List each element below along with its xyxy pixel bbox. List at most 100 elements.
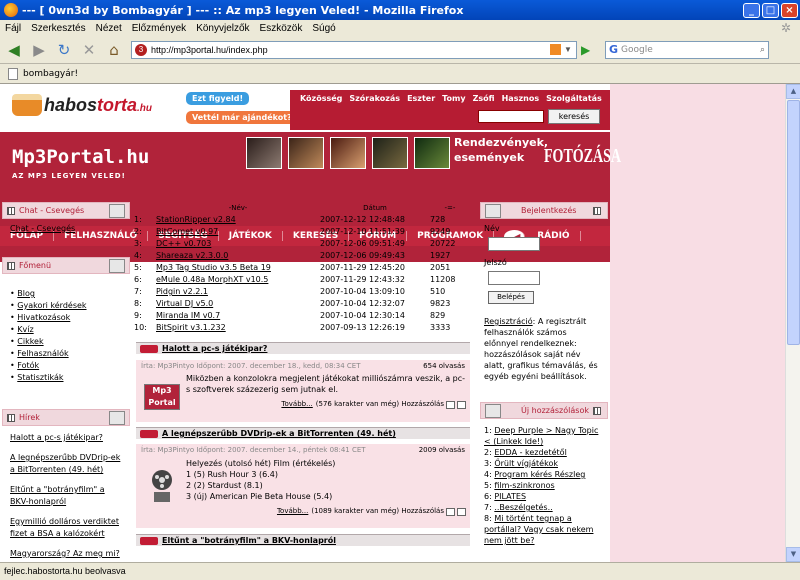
vertical-scrollbar[interactable]: ▲ ▼ xyxy=(785,84,800,562)
news-link[interactable]: A legnépszerűbb DVDrip-ek a BitTorrenten… xyxy=(10,453,120,474)
menu-link-users[interactable]: Felhasználók xyxy=(10,348,122,360)
folder-icon[interactable] xyxy=(485,403,501,418)
forward-icon[interactable]: ▶ xyxy=(28,39,50,61)
menu-file[interactable]: Fájl xyxy=(0,23,26,34)
menu-link-label[interactable]: Gyakori kérdések xyxy=(17,301,86,310)
read-more-link[interactable]: Tovább... xyxy=(281,399,312,410)
download-link[interactable]: Virtual DJ v5.0 xyxy=(156,298,320,310)
news-title-link[interactable]: Halott a pc-s játékipar? xyxy=(162,344,267,353)
password-input[interactable] xyxy=(488,271,540,285)
post-link[interactable]: ..Beszélgetés.. xyxy=(494,503,552,512)
menu-link-faq[interactable]: Gyakori kérdések xyxy=(10,300,122,312)
post-link[interactable]: PILATES xyxy=(494,492,526,501)
menu-link-label[interactable]: Hivatkozások xyxy=(17,313,70,322)
menu-link-label[interactable]: Felhasználók xyxy=(17,349,68,358)
register-link[interactable]: Regisztráció xyxy=(484,317,533,326)
scroll-up-icon[interactable]: ▲ xyxy=(786,84,800,99)
folder-icon[interactable] xyxy=(485,203,501,218)
scroll-thumb[interactable] xyxy=(787,100,800,345)
print-icon[interactable] xyxy=(446,507,455,516)
menu-link-blog[interactable]: Blog xyxy=(10,288,122,300)
menu-help[interactable]: Súgó xyxy=(307,23,340,34)
email-icon[interactable] xyxy=(457,400,466,409)
home-icon[interactable]: ⌂ xyxy=(103,39,125,61)
topnav-zsofi[interactable]: Zsófi xyxy=(473,94,495,103)
download-link[interactable]: BitComet v0.97 xyxy=(156,226,320,238)
download-link[interactable]: Shareaza v2.3.0.0 xyxy=(156,250,320,262)
menu-link-label[interactable]: Statisztikák xyxy=(17,373,63,382)
scroll-down-icon[interactable]: ▼ xyxy=(786,547,800,562)
promo-fotozasa[interactable]: FOTÓZÁSA xyxy=(544,145,621,168)
menu-bookmarks[interactable]: Könyvjelzők xyxy=(191,23,254,34)
search-go-icon[interactable]: ⌕ xyxy=(760,45,765,55)
read-more-link[interactable]: Tovább... xyxy=(277,506,308,517)
menu-link-label[interactable]: Blog xyxy=(17,289,35,298)
post-link[interactable]: EDDA - kezdetétől xyxy=(494,448,566,457)
url-bar[interactable]: 3 http://mp3portal.hu/index.php ▼ xyxy=(131,40,577,59)
news-link[interactable]: Magyarország? Az meg mi? xyxy=(10,549,120,558)
menu-link-articles[interactable]: Cikkek xyxy=(10,336,122,348)
news-link[interactable]: Halott a pc-s játékipar? xyxy=(10,433,103,442)
download-link[interactable]: BitSpirit v3.1.232 xyxy=(156,322,320,334)
topnav-kozosseg[interactable]: Közösség xyxy=(300,94,342,103)
print-icon[interactable] xyxy=(446,400,455,409)
news-link[interactable]: Eltűnt a "botrányfilm" a BKV-honlapról xyxy=(10,485,105,506)
stop-icon[interactable]: ✕ xyxy=(78,39,100,61)
topnav-hasznos[interactable]: Hasznos xyxy=(502,94,539,103)
post-link[interactable]: film-szinkronos xyxy=(494,481,554,490)
menu-link-links[interactable]: Hivatkozások xyxy=(10,312,122,324)
url-text[interactable]: http://mp3portal.hu/index.php xyxy=(151,45,550,55)
post-link[interactable]: Program kérés Részleg xyxy=(494,470,585,479)
menu-link-photos[interactable]: Fotók xyxy=(10,360,122,372)
post-link[interactable]: Őrült vígjátékok xyxy=(494,459,558,468)
close-button[interactable]: × xyxy=(781,2,798,18)
brand-title[interactable]: Mp3Portal.hu xyxy=(12,146,149,168)
download-link[interactable]: Miranda IM v0.7 xyxy=(156,310,320,322)
menu-edit[interactable]: Szerkesztés xyxy=(26,23,90,34)
minimize-button[interactable]: _ xyxy=(743,2,760,18)
news-title-link[interactable]: Eltűnt a "botrányfilm" a BKV-honlapról xyxy=(162,536,336,545)
folder-icon[interactable] xyxy=(109,204,125,218)
reload-icon[interactable]: ↻ xyxy=(53,39,75,61)
menu-link-label[interactable]: Fotók xyxy=(17,361,39,370)
url-dropdown-icon[interactable]: ▼ xyxy=(564,45,576,54)
post-link[interactable]: Deep Purple > Nagy Topic < (Linkek Ide!) xyxy=(484,426,598,446)
search-box[interactable]: G Google ⌕ xyxy=(605,40,769,59)
topnav-szorakozas[interactable]: Szórakozás xyxy=(349,94,400,103)
menu-link-label[interactable]: Cikkek xyxy=(17,337,43,346)
download-link[interactable]: Mp3 Tag Studio v3.5 Beta 19 xyxy=(156,262,320,274)
habostorta-logo[interactable]: habostorta.hu xyxy=(10,90,178,124)
go-icon[interactable]: ▶ xyxy=(581,43,595,57)
menu-link-label[interactable]: Kvíz xyxy=(17,325,33,334)
download-link[interactable]: StationRipper v2.84 xyxy=(156,214,320,226)
menu-link-stats[interactable]: Statisztikák xyxy=(10,372,122,384)
rss-icon[interactable] xyxy=(550,44,561,55)
news-link[interactable]: Egymillió dolláros verdiktet fizet a BSA… xyxy=(10,517,119,538)
maximize-button[interactable]: □ xyxy=(762,2,779,18)
ez-figyeld-badge[interactable]: Ezt figyeld! xyxy=(186,92,250,105)
download-link[interactable]: DC++ v0.703 xyxy=(156,238,320,250)
post-link[interactable]: Mi történt tegnap a portállal? Vagy csak… xyxy=(484,514,593,545)
email-icon[interactable] xyxy=(457,507,466,516)
folder-icon[interactable] xyxy=(109,259,125,273)
menu-history[interactable]: Előzmények xyxy=(127,23,191,34)
login-button[interactable]: Belépés xyxy=(488,291,534,304)
download-link[interactable]: eMule 0.48a MorphXT v10.5 xyxy=(156,274,320,286)
topnav-szolgaltatas[interactable]: Szolgáltatás xyxy=(546,94,602,103)
news-title-link[interactable]: A legnépszerűbb DVDrip-ek a BitTorrenten… xyxy=(162,429,396,438)
download-link[interactable]: Pidgin v2.2.1 xyxy=(156,286,320,298)
back-icon[interactable]: ◀ xyxy=(3,39,25,61)
promo-text[interactable]: Rendezvények, események xyxy=(454,135,548,165)
menu-view[interactable]: Nézet xyxy=(91,23,127,34)
chat-link[interactable]: Chat - Csevegés xyxy=(10,224,75,233)
menu-link-quiz[interactable]: Kvíz xyxy=(10,324,122,336)
news-extra[interactable]: (1089 karakter van még) Hozzászólás xyxy=(311,506,444,517)
folder-icon[interactable] xyxy=(109,411,125,425)
topnav-eszter[interactable]: Eszter xyxy=(407,94,435,103)
top-search-button[interactable]: keresés xyxy=(548,109,600,124)
top-search-input[interactable] xyxy=(478,110,544,123)
topnav-tomy[interactable]: Tomy xyxy=(442,94,465,103)
username-input[interactable] xyxy=(488,237,540,251)
news-extra[interactable]: (576 karakter van még) Hozzászólás xyxy=(316,399,444,410)
menu-tools[interactable]: Eszközök xyxy=(255,23,308,34)
